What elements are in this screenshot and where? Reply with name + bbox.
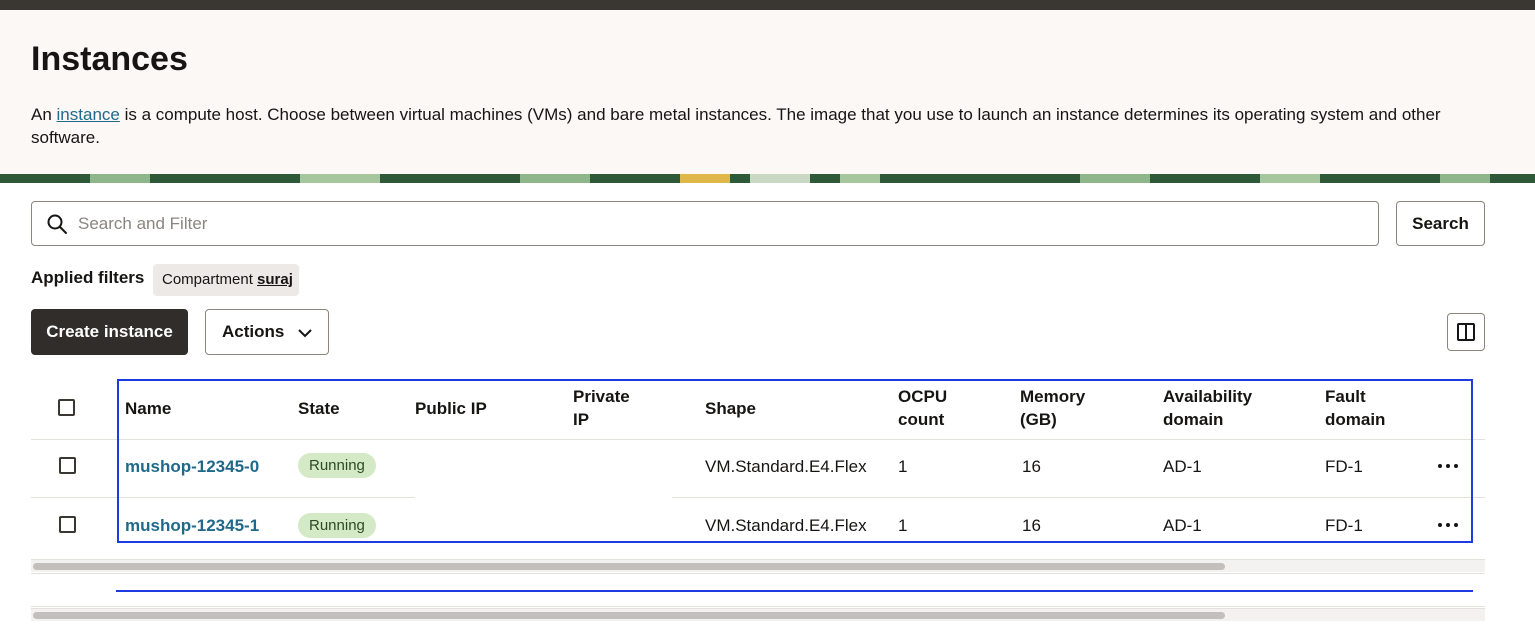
- compartment-filter-chip[interactable]: Compartment suraj: [153, 264, 299, 296]
- chip-value-link[interactable]: suraj: [257, 271, 293, 288]
- row-checkbox[interactable]: [59, 516, 76, 533]
- page-description: An instance is a compute host. Choose be…: [31, 103, 1481, 149]
- chip-key: Compartment: [162, 271, 253, 288]
- scrollbar-thumb[interactable]: [33, 612, 1225, 619]
- selection-highlight-line: [116, 590, 1473, 592]
- column-settings-button[interactable]: [1447, 313, 1485, 351]
- divider: [31, 606, 1485, 607]
- search-button[interactable]: Search: [1396, 201, 1485, 246]
- horizontal-scrollbar[interactable]: [31, 559, 1485, 572]
- actions-label: Actions: [222, 322, 285, 341]
- column-settings-icon: [1457, 323, 1475, 341]
- row-checkbox[interactable]: [59, 457, 76, 474]
- scrollbar-thumb[interactable]: [33, 563, 1225, 570]
- selection-highlight: [117, 379, 1473, 543]
- page-title: Instances: [31, 40, 188, 78]
- select-all-checkbox[interactable]: [58, 399, 75, 416]
- applied-filters-label: Applied filters: [31, 268, 145, 287]
- actions-menu-button[interactable]: Actions: [205, 309, 329, 355]
- divider: [31, 573, 1485, 574]
- search-input[interactable]: [78, 210, 1358, 238]
- search-field[interactable]: [31, 201, 1379, 246]
- decorative-banner: [0, 174, 1535, 183]
- horizontal-scrollbar[interactable]: [31, 608, 1485, 621]
- instance-help-link[interactable]: instance: [57, 105, 120, 124]
- chevron-down-icon: [298, 329, 312, 338]
- description-text-start: An: [31, 105, 57, 124]
- description-text-end: is a compute host. Choose between virtua…: [31, 105, 1441, 147]
- top-bar: [0, 0, 1535, 10]
- page-header: Instances An instance is a compute host.…: [0, 10, 1535, 174]
- search-icon: [47, 214, 67, 234]
- create-instance-button[interactable]: Create instance: [31, 309, 188, 355]
